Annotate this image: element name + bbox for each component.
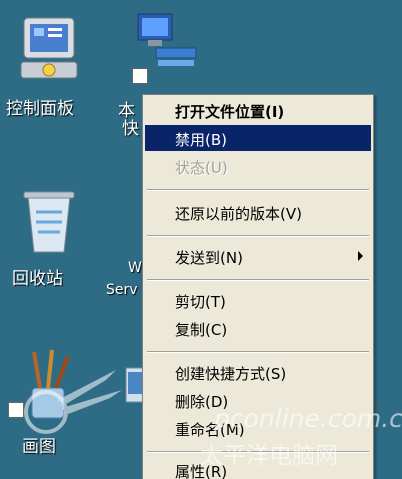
menu-separator-3 <box>147 279 369 281</box>
watermark-logo-icon <box>24 370 122 434</box>
shortcut-arrow-icon <box>132 68 148 84</box>
menu-item-cut[interactable]: 剪切(T) <box>145 287 371 313</box>
menu-item-restore-previous[interactable]: 还原以前的版本(V) <box>145 199 371 225</box>
windows-label: W <box>128 260 142 276</box>
menu-item-create-shortcut[interactable]: 创建快捷方式(S) <box>145 359 371 385</box>
submenu-arrow-icon <box>358 251 363 261</box>
menu-item-status[interactable]: 状态(U) <box>145 153 371 179</box>
control-panel-icon <box>20 17 78 79</box>
menu-separator-2 <box>147 235 369 237</box>
desktop: 控制面板 本 快 回收站 W Serv 画图 打开文件位置(I) 禁用(B) 状… <box>0 0 402 479</box>
control-panel-label: 控制面板 <box>6 99 74 119</box>
watermark-site: pconline.com.cn <box>214 404 402 433</box>
menu-separator-4 <box>147 351 369 353</box>
windows-label-2: Serv <box>106 282 138 298</box>
menu-item-disable[interactable]: 禁用(B) <box>145 125 371 151</box>
watermark-brand: 太平洋电脑网 <box>200 443 338 469</box>
windows-server-shortcut[interactable]: W Serv <box>104 260 144 310</box>
recycle-bin-icon <box>23 191 75 253</box>
network-computer-icon <box>137 13 197 66</box>
picture-icon <box>125 367 144 403</box>
recycle-bin-label: 回收站 <box>12 269 63 289</box>
menu-item-open-location[interactable]: 打开文件位置(I) <box>145 97 371 123</box>
menu-item-copy[interactable]: 复制(C) <box>145 315 371 341</box>
menu-item-send-to[interactable]: 发送到(N) <box>145 243 371 269</box>
menu-separator <box>147 189 369 191</box>
recycle-bin-shortcut[interactable]: 回收站 <box>0 180 100 300</box>
computer-label-2: 快 <box>122 119 139 139</box>
control-panel-shortcut[interactable]: 控制面板 <box>0 0 100 120</box>
